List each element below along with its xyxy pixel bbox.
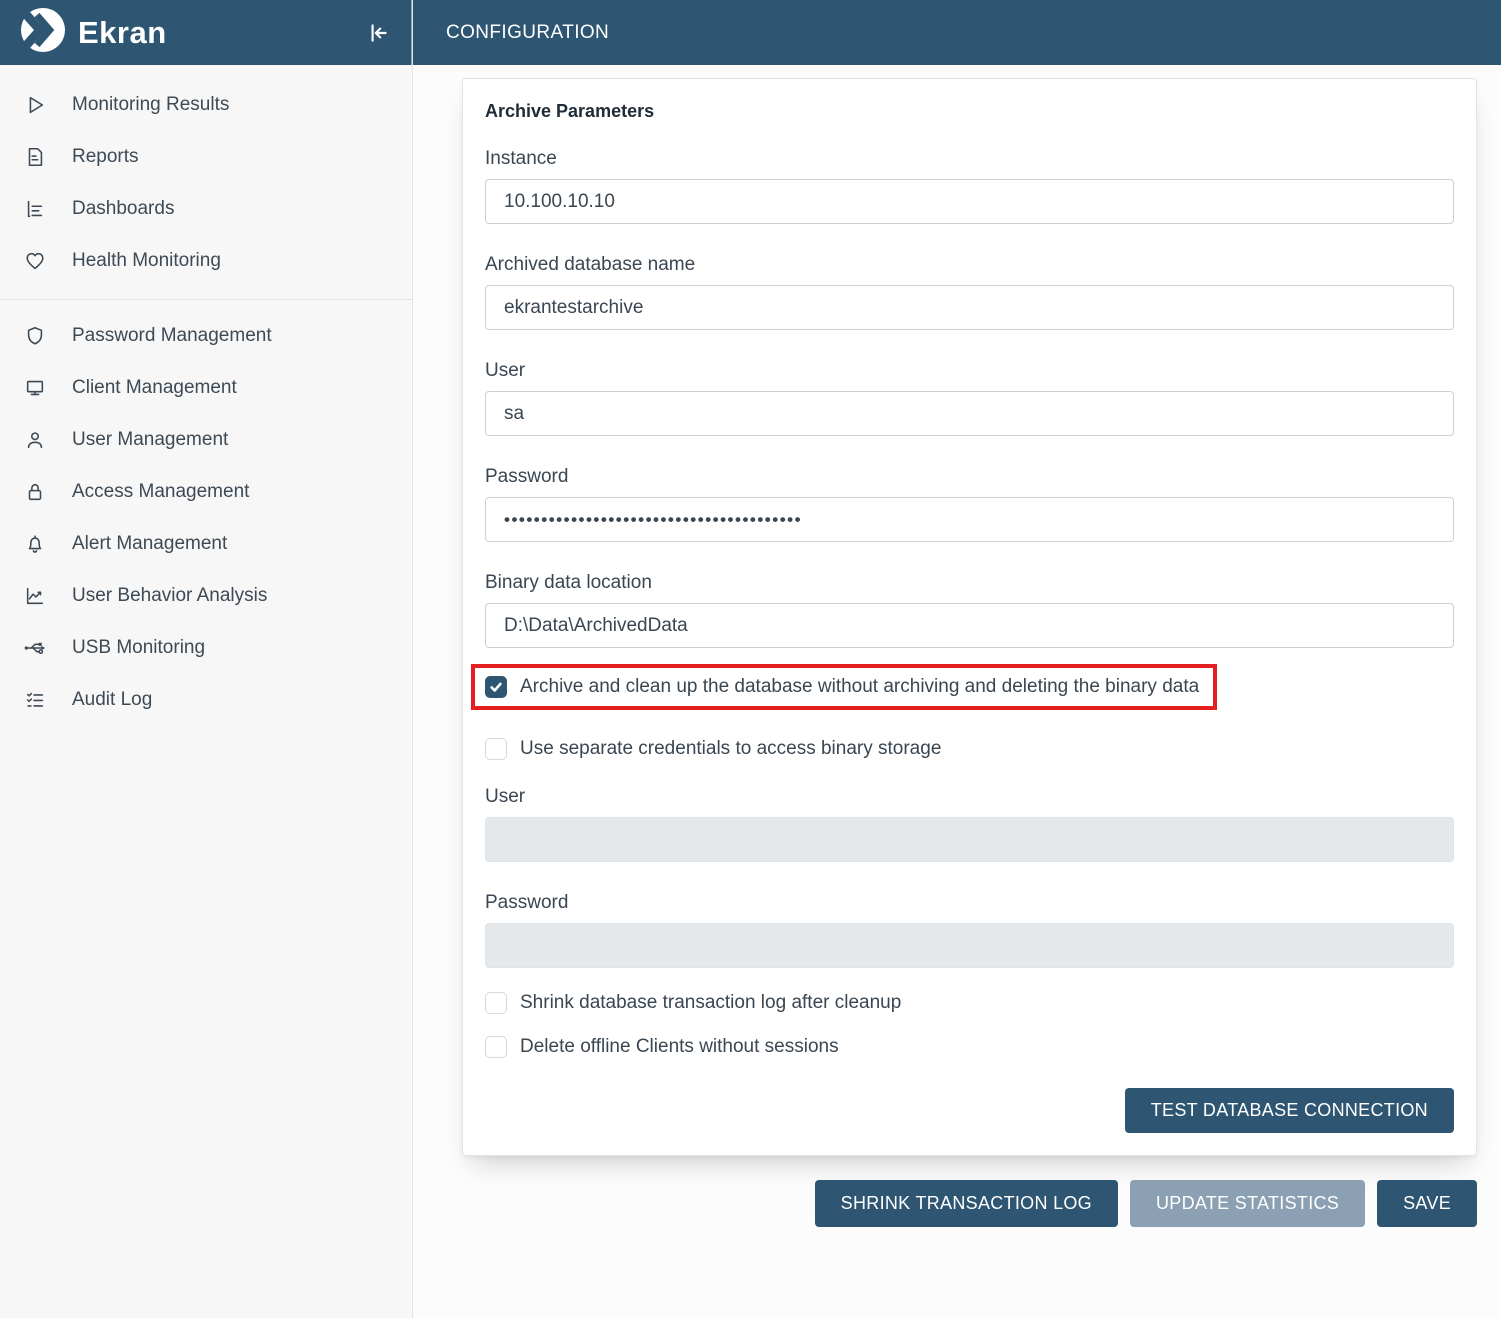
archive-parameters-card: Archive Parameters Instance Archived dat… <box>462 78 1477 1156</box>
user-icon <box>22 427 48 453</box>
sidebar-item-user-management[interactable]: User Management <box>0 414 412 466</box>
monitor-icon <box>22 375 48 401</box>
sidebar-item-label: Audit Log <box>72 689 152 711</box>
archive-cleanup-checkbox[interactable] <box>485 676 507 698</box>
separate-credentials-label: Use separate credentials to access binar… <box>520 738 941 760</box>
sidebar-item-label: USB Monitoring <box>72 637 205 659</box>
ekran-logo: Ekran <box>20 7 167 58</box>
usb-icon <box>22 635 48 661</box>
sidebar-item-health-monitoring[interactable]: Health Monitoring <box>0 235 412 287</box>
archive-cleanup-label: Archive and clean up the database withou… <box>520 676 1199 698</box>
archived-db-label: Archived database name <box>485 254 1454 276</box>
separate-password-label: Password <box>485 892 1454 914</box>
separate-credentials-checkbox[interactable] <box>485 738 507 760</box>
card-title: Archive Parameters <box>485 101 1454 122</box>
sidebar-collapse-icon[interactable] <box>363 18 393 48</box>
sidebar-divider <box>0 299 412 300</box>
sidebar-item-alert-management[interactable]: Alert Management <box>0 518 412 570</box>
bar-chart-icon <box>22 196 48 222</box>
ekran-logo-icon <box>20 7 66 58</box>
separate-user-field-group: User <box>485 786 1454 862</box>
separate-password-input <box>485 923 1454 968</box>
sidebar-item-access-management[interactable]: Access Management <box>0 466 412 518</box>
instance-input[interactable] <box>485 179 1454 224</box>
content-area: Archive Parameters Instance Archived dat… <box>413 65 1501 1227</box>
instance-label: Instance <box>485 148 1454 170</box>
user-label: User <box>485 360 1454 382</box>
shrink-log-label: Shrink database transaction log after cl… <box>520 992 901 1014</box>
page-title: CONFIGURATION <box>446 22 609 44</box>
sidebar-item-audit-log[interactable]: Audit Log <box>0 674 412 726</box>
sidebar-item-label: Health Monitoring <box>72 250 221 272</box>
line-chart-icon <box>22 583 48 609</box>
sidebar-item-label: Monitoring Results <box>72 94 229 116</box>
heart-icon <box>22 248 48 274</box>
sidebar-item-label: Dashboards <box>72 198 174 220</box>
sidebar-item-dashboards[interactable]: Dashboards <box>0 183 412 235</box>
sidebar-item-monitoring-results[interactable]: Monitoring Results <box>0 79 412 131</box>
sidebar-item-client-management[interactable]: Client Management <box>0 362 412 414</box>
sidebar-item-label: Alert Management <box>72 533 227 555</box>
sidebar-item-label: Access Management <box>72 481 249 503</box>
save-button[interactable]: SAVE <box>1377 1180 1477 1227</box>
shrink-transaction-log-button[interactable]: SHRINK TRANSACTION LOG <box>815 1180 1118 1227</box>
delete-offline-label: Delete offline Clients without sessions <box>520 1036 839 1058</box>
binary-location-input[interactable] <box>485 603 1454 648</box>
checklist-icon <box>22 687 48 713</box>
separate-user-input <box>485 817 1454 862</box>
bell-icon <box>22 531 48 557</box>
test-connection-row: TEST DATABASE CONNECTION <box>485 1088 1454 1133</box>
main-area: CONFIGURATION Archive Parameters Instanc… <box>413 0 1501 1318</box>
shield-icon <box>22 323 48 349</box>
sidebar-item-label: User Behavior Analysis <box>72 585 267 607</box>
bottom-actions-row: SHRINK TRANSACTION LOG UPDATE STATISTICS… <box>462 1180 1477 1227</box>
archive-cleanup-row: Archive and clean up the database withou… <box>485 676 1199 698</box>
user-field-group: User <box>485 360 1454 436</box>
test-database-connection-button[interactable]: TEST DATABASE CONNECTION <box>1125 1088 1454 1133</box>
app-root: Ekran Monitoring Results <box>0 0 1501 1318</box>
sidebar-item-label: Reports <box>72 146 139 168</box>
sidebar-item-reports[interactable]: Reports <box>0 131 412 183</box>
sidebar-item-user-behavior-analysis[interactable]: User Behavior Analysis <box>0 570 412 622</box>
shrink-log-checkbox[interactable] <box>485 992 507 1014</box>
logo-text: Ekran <box>78 15 167 51</box>
sidebar: Ekran Monitoring Results <box>0 0 413 1318</box>
sidebar-item-label: Password Management <box>72 325 272 347</box>
highlight-annotation-box: Archive and clean up the database withou… <box>471 664 1217 710</box>
separate-credentials-row: Use separate credentials to access binar… <box>485 738 1454 760</box>
sidebar-nav: Monitoring Results Reports Dashboards He… <box>0 65 412 726</box>
sidebar-item-usb-monitoring[interactable]: USB Monitoring <box>0 622 412 674</box>
separate-user-label: User <box>485 786 1454 808</box>
separate-password-field-group: Password <box>485 892 1454 968</box>
binary-location-label: Binary data location <box>485 572 1454 594</box>
sidebar-item-password-management[interactable]: Password Management <box>0 310 412 362</box>
sidebar-header: Ekran <box>0 0 412 65</box>
archived-db-input[interactable] <box>485 285 1454 330</box>
user-input[interactable] <box>485 391 1454 436</box>
password-field-group: Password <box>485 466 1454 542</box>
archived-db-field-group: Archived database name <box>485 254 1454 330</box>
delete-offline-checkbox[interactable] <box>485 1036 507 1058</box>
instance-field-group: Instance <box>485 148 1454 224</box>
password-label: Password <box>485 466 1454 488</box>
shrink-log-row: Shrink database transaction log after cl… <box>485 992 1454 1014</box>
play-icon <box>22 92 48 118</box>
document-icon <box>22 144 48 170</box>
binary-location-field-group: Binary data location <box>485 572 1454 648</box>
sidebar-item-label: Client Management <box>72 377 237 399</box>
lock-icon <box>22 479 48 505</box>
password-input[interactable] <box>485 497 1454 542</box>
update-statistics-button[interactable]: UPDATE STATISTICS <box>1130 1180 1365 1227</box>
top-bar: CONFIGURATION <box>413 0 1501 65</box>
sidebar-item-label: User Management <box>72 429 228 451</box>
delete-offline-row: Delete offline Clients without sessions <box>485 1036 1454 1058</box>
